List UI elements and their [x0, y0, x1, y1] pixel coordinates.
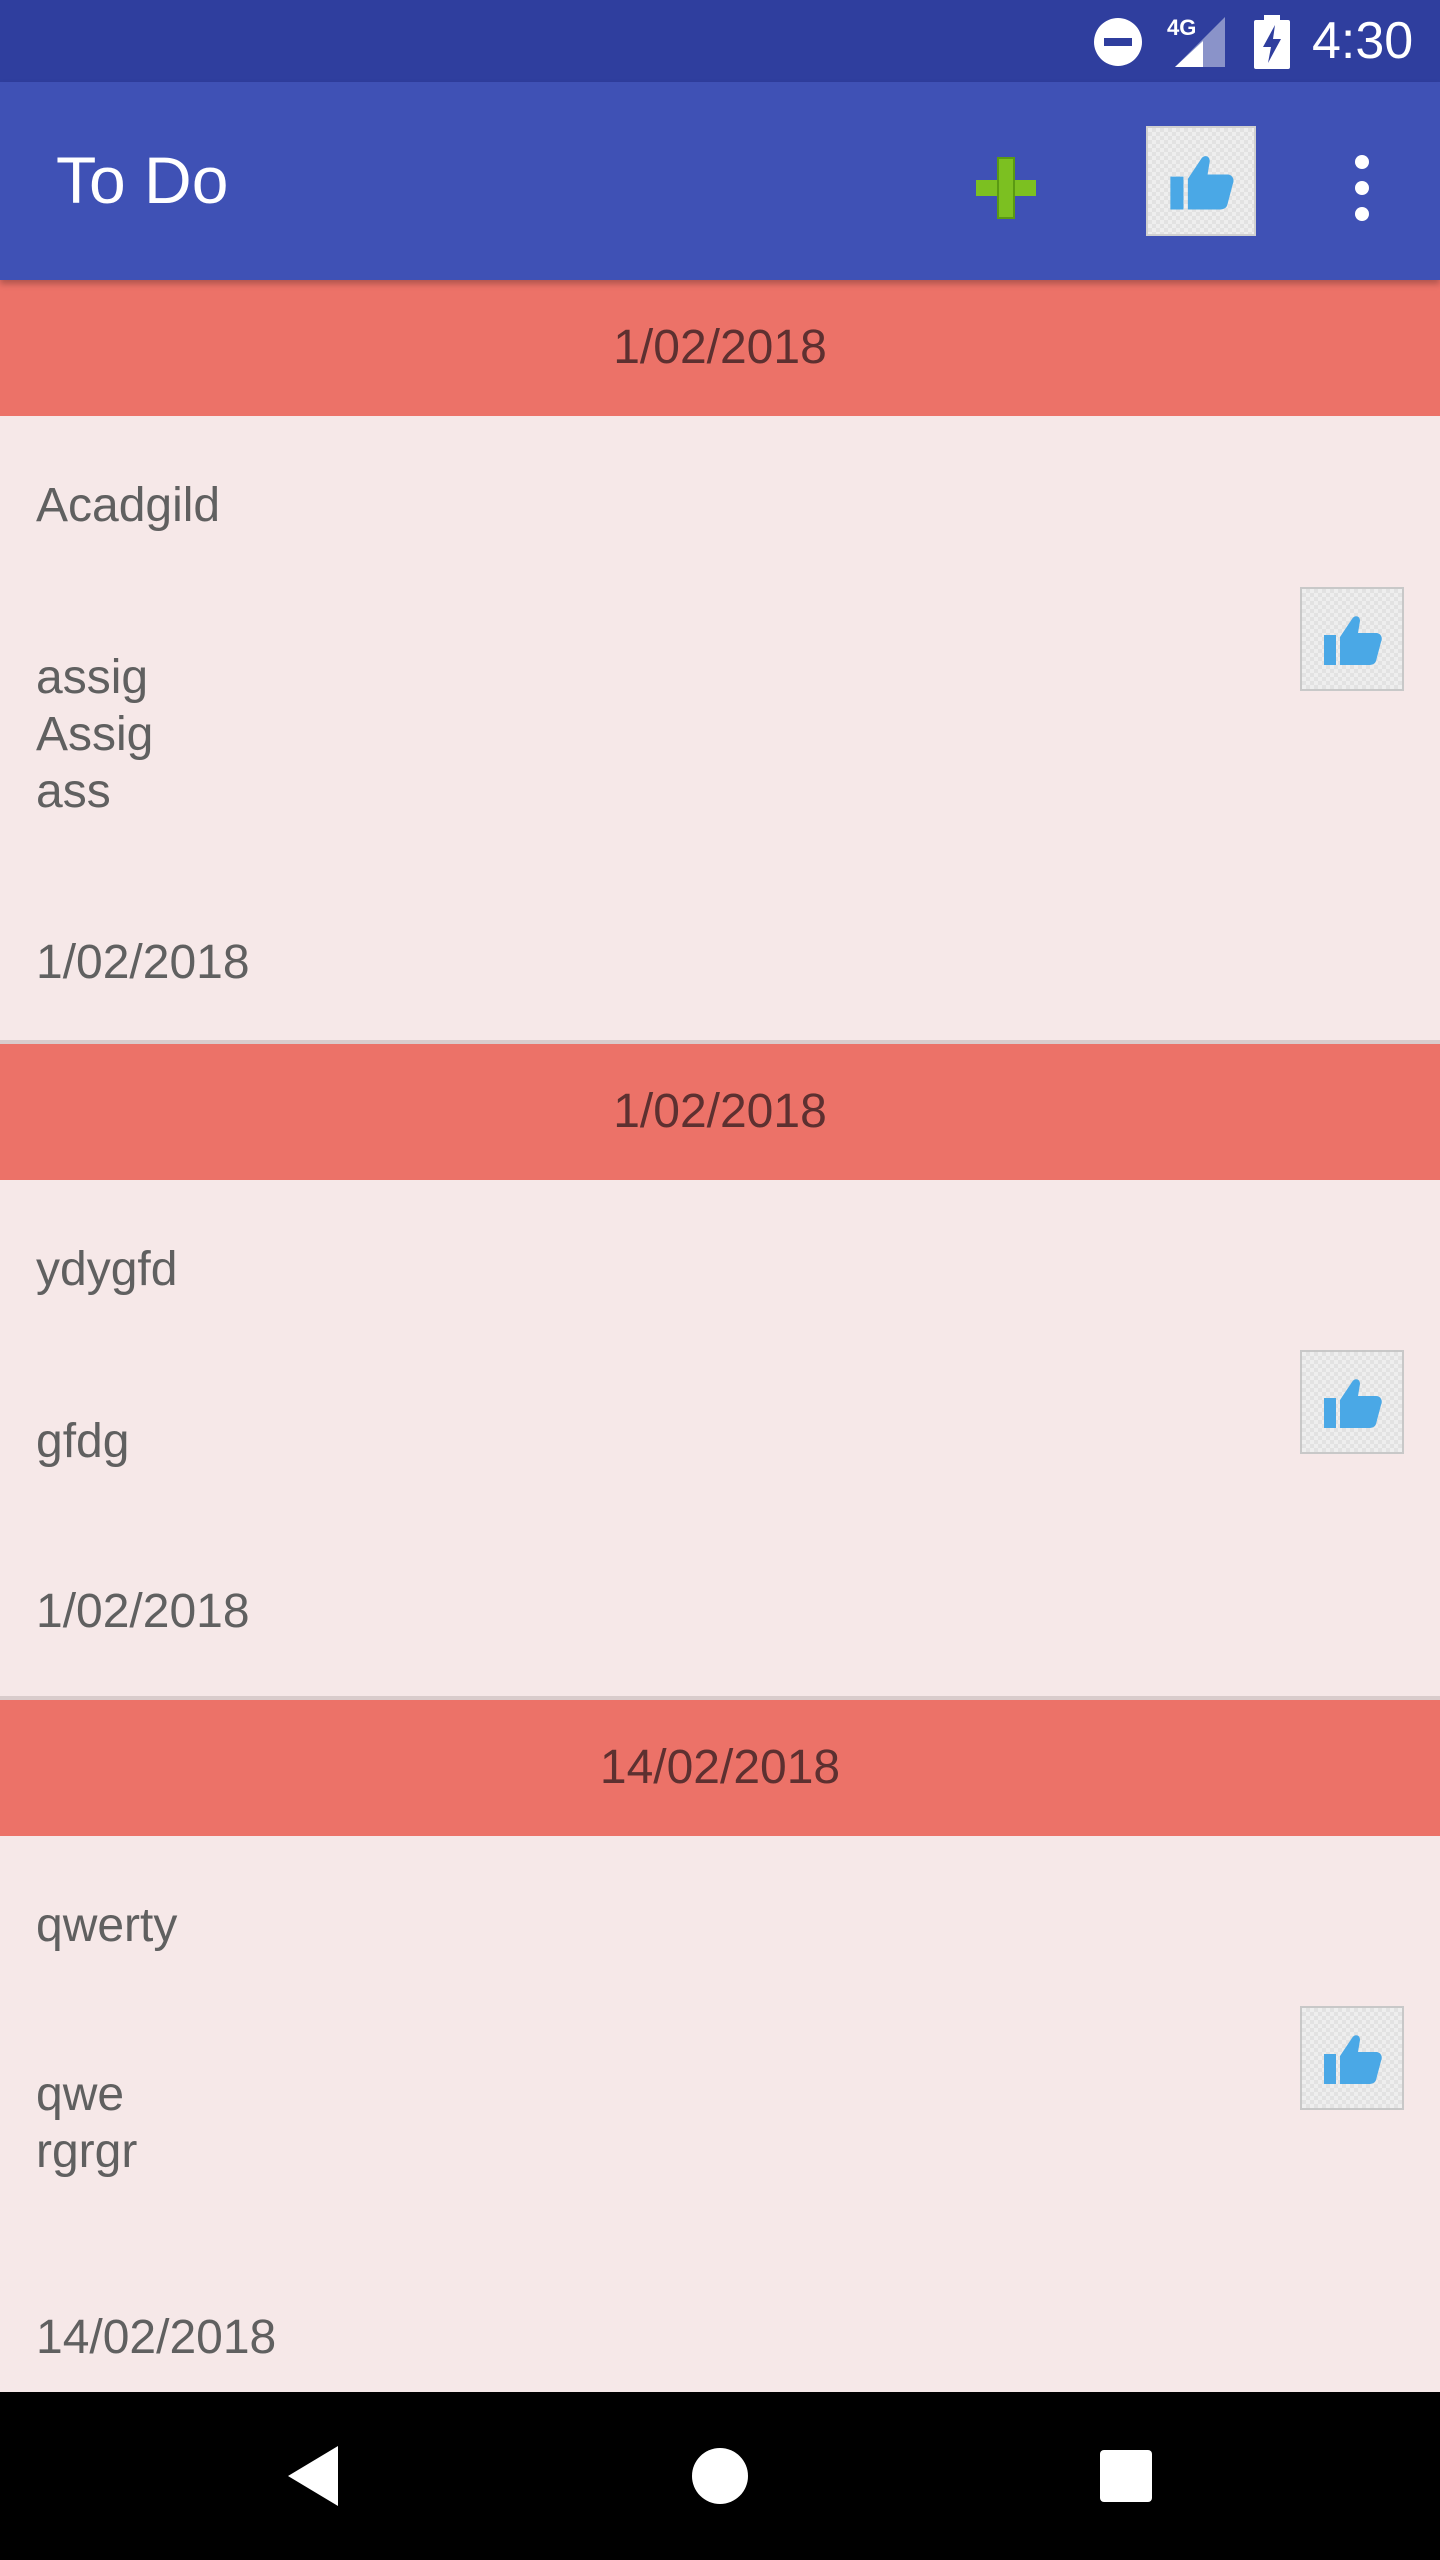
todo-list: 1/02/2018 Acadgild assig Assig ass 1/02/… — [0, 280, 1440, 2436]
task-title: Acadgild — [36, 479, 221, 532]
do-not-disturb-icon — [1094, 18, 1142, 66]
task-description: qwe rgrgr — [36, 2068, 138, 2178]
date-header: 1/02/2018 — [0, 280, 1440, 416]
status-time: 4:30 — [1312, 12, 1414, 70]
thumbs-up-icon — [1170, 156, 1234, 210]
todo-item[interactable]: Acadgild assig Assig ass 1/02/2018 — [0, 416, 1440, 1040]
more-options-button[interactable] — [1336, 150, 1388, 226]
page-title: To Do — [56, 143, 229, 217]
todo-item[interactable]: qwerty qwe rgrgr 14/02/2018 — [0, 1836, 1440, 2436]
signal-icon: 4G — [1167, 13, 1227, 69]
thumbs-up-icon — [1324, 1379, 1382, 1428]
item-like-button[interactable] — [1300, 587, 1404, 691]
todo-app-screen: 4G 4:30 To Do 1/02/2018 Acadgild assig A… — [0, 0, 1440, 2560]
battery-charging-icon — [1254, 15, 1290, 69]
toolbar-like-button[interactable] — [1146, 126, 1256, 236]
item-like-button[interactable] — [1300, 2006, 1404, 2110]
thumbs-up-icon — [1324, 2035, 1382, 2084]
task-date: 14/02/2018 — [36, 2311, 277, 2364]
task-date: 1/02/2018 — [36, 936, 250, 989]
task-description: gfdg — [36, 1415, 130, 1468]
back-triangle-icon[interactable] — [284, 2442, 344, 2510]
date-header: 1/02/2018 — [0, 1044, 1440, 1180]
task-title: ydygfd — [36, 1243, 178, 1296]
app-toolbar: To Do — [0, 82, 1440, 280]
add-task-button[interactable] — [968, 150, 1044, 226]
date-header: 14/02/2018 — [0, 1700, 1440, 1836]
task-date: 1/02/2018 — [36, 1585, 250, 1638]
todo-item[interactable]: ydygfd gfdg 1/02/2018 — [0, 1180, 1440, 1696]
status-bar: 4G 4:30 — [0, 0, 1440, 82]
recents-square-icon[interactable] — [1098, 2448, 1154, 2504]
home-circle-icon[interactable] — [690, 2446, 750, 2506]
item-like-button[interactable] — [1300, 1350, 1404, 1454]
navigation-bar — [0, 2392, 1440, 2560]
task-title: qwerty — [36, 1899, 178, 1952]
task-description: assig Assig ass — [36, 651, 154, 818]
thumbs-up-icon — [1324, 616, 1382, 665]
